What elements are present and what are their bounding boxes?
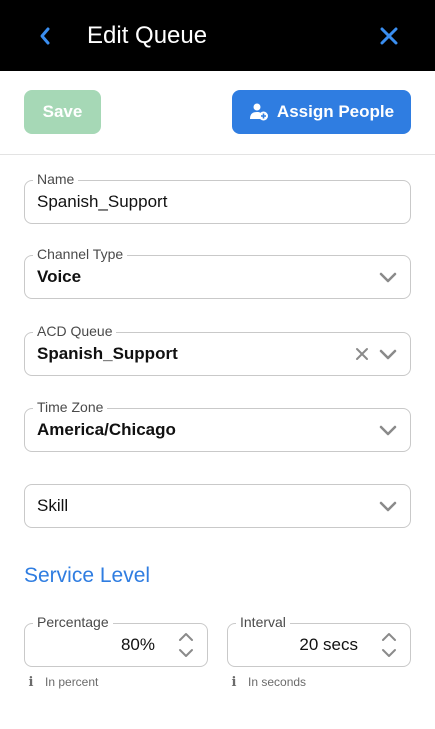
percentage-hint-text: In percent (45, 675, 99, 689)
interval-hint: i In seconds (230, 674, 307, 690)
chevron-down-icon[interactable] (378, 497, 398, 515)
stepper-icon[interactable] (177, 630, 195, 660)
interval-field[interactable]: Interval 20 secs (227, 613, 411, 667)
skill-placeholder: Skill (37, 496, 69, 515)
chevron-down-icon[interactable] (378, 421, 398, 439)
service-level-heading: Service Level (24, 564, 151, 587)
page-title: Edit Queue (87, 22, 208, 49)
interval-input[interactable]: 20 secs (299, 624, 358, 666)
assign-people-label: Assign People (276, 102, 395, 121)
acd-queue-value: Spanish_Support (37, 344, 178, 363)
clear-icon[interactable] (354, 346, 370, 362)
time-zone-value: America/Chicago (37, 420, 176, 439)
close-button[interactable] (377, 24, 401, 48)
name-input[interactable]: Spanish_Support (37, 181, 167, 223)
channel-type-value: Voice (37, 267, 82, 286)
action-toolbar: Save Assign People (0, 71, 435, 155)
info-icon: i (28, 674, 34, 690)
stepper-icon[interactable] (380, 630, 398, 660)
percentage-label: Percentage (33, 613, 113, 631)
chevron-down-icon[interactable] (378, 268, 398, 286)
chevron-down-icon[interactable] (378, 345, 398, 363)
assign-people-button[interactable]: Assign People (232, 90, 411, 134)
skill-select[interactable]: Skill (24, 484, 411, 528)
acd-queue-select[interactable]: ACD Queue Spanish_Support (24, 322, 411, 376)
name-field[interactable]: Name Spanish_Support (24, 170, 411, 224)
interval-label: Interval (236, 613, 290, 631)
time-zone-select[interactable]: Time Zone America/Chicago (24, 398, 411, 452)
channel-type-select[interactable]: Channel Type Voice (24, 245, 411, 299)
percentage-input[interactable]: 80% (121, 624, 155, 666)
percentage-hint: i In percent (27, 674, 99, 690)
interval-hint-text: In seconds (248, 675, 307, 689)
close-icon (380, 27, 398, 45)
info-icon: i (231, 674, 237, 690)
percentage-field[interactable]: Percentage 80% (24, 613, 208, 667)
back-button[interactable] (34, 24, 56, 48)
person-add-icon (249, 103, 268, 121)
chevron-left-icon (40, 27, 50, 45)
app-header: Edit Queue (0, 0, 435, 71)
save-button[interactable]: Save (24, 90, 101, 134)
